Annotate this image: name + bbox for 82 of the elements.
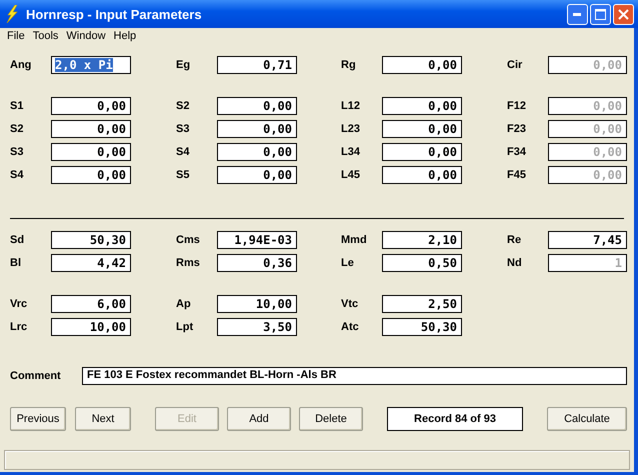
field-label: Sd: [10, 234, 26, 246]
menu-item[interactable]: Help: [110, 30, 140, 42]
field-label: Lrc: [10, 321, 28, 333]
command-button[interactable]: Calculate: [547, 407, 627, 431]
field-label: F34: [507, 146, 527, 158]
field-label: S2: [176, 100, 190, 112]
field-label: S3: [10, 146, 24, 158]
input-field[interactable]: 2,10: [382, 231, 462, 249]
field-label: S3: [176, 123, 190, 135]
field-label: Le: [341, 257, 355, 269]
input-field[interactable]: 0,00: [217, 166, 297, 184]
input-field[interactable]: 0,00: [382, 143, 462, 161]
field-label: L45: [341, 169, 361, 181]
input-field[interactable]: 0,36: [217, 254, 297, 272]
field-label: Lpt: [176, 321, 194, 333]
field-label: Vrc: [10, 298, 28, 310]
close-icon: [618, 8, 629, 20]
input-field[interactable]: 0,00: [217, 97, 297, 115]
input-field[interactable]: 0,50: [382, 254, 462, 272]
field-label: Ap: [176, 298, 192, 310]
command-button[interactable]: Add: [227, 407, 291, 431]
field-label: Mmd: [341, 234, 368, 246]
input-field[interactable]: 0,00: [51, 166, 131, 184]
minimize-button[interactable]: [567, 4, 588, 24]
input-field[interactable]: 6,00: [51, 295, 131, 313]
field-label: Vtc: [341, 298, 360, 310]
field-label: F45: [507, 169, 527, 181]
menu-item[interactable]: Window: [62, 30, 110, 42]
field-label: S5: [176, 169, 190, 181]
comment-label: Comment: [10, 370, 62, 382]
input-field[interactable]: 0,00: [217, 120, 297, 138]
field-label: Re: [507, 234, 522, 246]
field-label: Bl: [10, 257, 22, 269]
field-label: S4: [10, 169, 24, 181]
field-label: S4: [176, 146, 190, 158]
minimize-icon: [573, 12, 582, 16]
input-field[interactable]: 0,00: [382, 120, 462, 138]
field-label: F12: [507, 100, 527, 112]
command-button[interactable]: Previous: [10, 407, 66, 431]
field-label: S2: [10, 123, 24, 135]
field-label: Atc: [341, 321, 360, 333]
record-counter: Record 84 of 93: [387, 407, 523, 431]
input-field[interactable]: 50,30: [51, 231, 131, 249]
input-field[interactable]: 0,00: [51, 97, 131, 115]
close-button[interactable]: [613, 4, 634, 24]
field-label: Rg: [341, 59, 357, 71]
field-label: Nd: [507, 257, 523, 269]
field-label: Ang: [10, 59, 32, 71]
input-field[interactable]: 10,00: [217, 295, 297, 313]
maximize-icon: [595, 8, 606, 20]
window-title: Hornresp - Input Parameters: [26, 6, 203, 22]
input-field[interactable]: 0,71: [217, 56, 297, 74]
field-label: Cms: [176, 234, 201, 246]
input-field[interactable]: 0,00: [382, 56, 462, 74]
input-field[interactable]: 3,50: [217, 318, 297, 336]
menu-item[interactable]: Tools: [28, 30, 62, 42]
field-label: Cir: [507, 59, 524, 71]
lightning-icon: [6, 5, 18, 23]
input-field[interactable]: 0,00: [217, 143, 297, 161]
input-field[interactable]: 0,00: [51, 143, 131, 161]
input-field[interactable]: 4,42: [51, 254, 131, 272]
input-field[interactable]: 10,00: [51, 318, 131, 336]
field-label: S1: [10, 100, 24, 112]
field-label: Rms: [176, 257, 201, 269]
maximize-button[interactable]: [590, 4, 611, 24]
command-button[interactable]: Delete: [299, 407, 363, 431]
input-field[interactable]: 2,0 x Pi: [51, 56, 131, 74]
input-field[interactable]: 0,00: [382, 166, 462, 184]
input-field[interactable]: 7,45: [548, 231, 627, 249]
input-field[interactable]: 2,50: [382, 295, 462, 313]
field-label: F23: [507, 123, 527, 135]
field-label: L12: [341, 100, 361, 112]
menu-item[interactable]: File: [3, 30, 29, 42]
comment-field[interactable]: FE 103 E Fostex recommandet BL-Horn -Als BR: [82, 367, 627, 385]
field-label: L23: [341, 123, 361, 135]
input-field[interactable]: 0,00: [382, 97, 462, 115]
input-field[interactable]: 1,94E-03: [217, 231, 297, 249]
input-field[interactable]: 50,30: [382, 318, 462, 336]
input-field[interactable]: 0,00: [51, 120, 131, 138]
field-label: Eg: [176, 59, 192, 71]
field-label: L34: [341, 146, 361, 158]
command-button[interactable]: Next: [75, 407, 131, 431]
